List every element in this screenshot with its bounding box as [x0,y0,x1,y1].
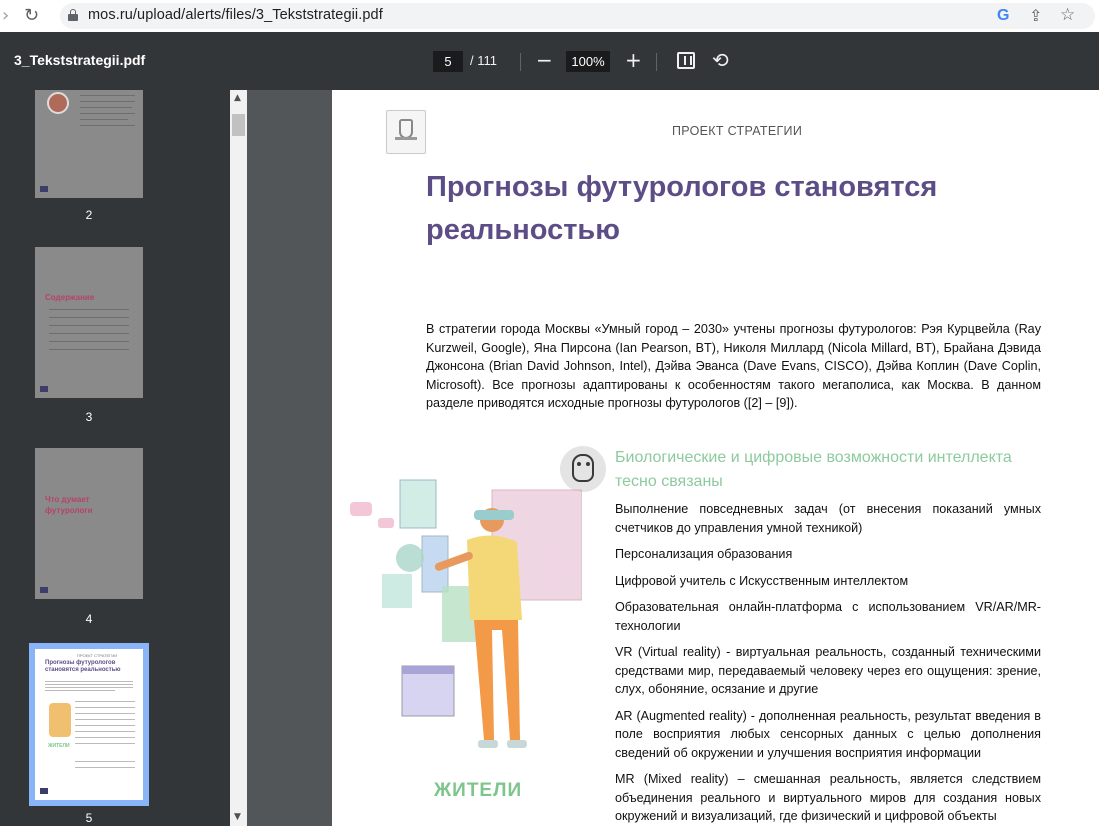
text-line [75,731,135,732]
text-line [49,349,129,350]
text-line [80,125,135,126]
text-line [80,107,132,108]
scroll-down-icon[interactable]: ▼ [234,812,241,822]
thumbnail-number: 3 [85,410,93,424]
pdf-viewer: ПРОЕКТ СТРАТЕГИИ Прогнозы футурологов ст… [247,90,1099,826]
reload-icon[interactable]: ↻ [24,5,39,26]
text-line [75,737,135,738]
text-line [45,690,115,691]
url-bar[interactable]: mos.ru/upload/alerts/files/3_Tekststrate… [60,3,1095,29]
list-item: VR (Virtual reality) - виртуальная реаль… [615,645,1041,696]
thumbnail-number: 2 [85,208,93,222]
page-title: Прогнозы футурологов становятся реальнос… [426,171,938,246]
page-number-input[interactable]: 5 [433,51,463,72]
bookmark-star-icon[interactable]: ☆ [1060,5,1075,25]
list-item: Выполнение повседневных задач (от внесен… [615,502,1041,535]
text-line [80,113,135,114]
thumbnail-sidebar: 2 Содержание 3 Что думает футурологи 4 П… [0,90,247,826]
list-item: Персонализация образования [615,547,793,561]
pdf-filename: 3_Tekststrategii.pdf [14,52,146,68]
list-item: MR (Mixed reality) – смешанная реальност… [615,772,1041,823]
text-line [49,325,129,326]
google-lens-icon[interactable]: G [997,7,1009,25]
toolbar-divider [520,53,521,71]
thumbnail-page-3[interactable]: Содержание [35,247,143,398]
text-line [75,725,135,726]
author-photo [47,92,69,114]
text-line [75,767,135,768]
logo [40,386,48,392]
thumbnail-label: ЖИТЕЛИ [48,743,70,749]
toolbar-divider [656,53,657,71]
logo [40,186,48,192]
forward-arrow-icon[interactable]: › [2,5,9,26]
zoom-out-button[interactable]: − [536,48,553,72]
text-line [45,681,133,682]
thumbnail-page-4[interactable]: Что думает футурологи [35,448,143,599]
logo [40,587,48,593]
text-line [75,713,135,714]
thumbnail-page-5[interactable]: ПРОЕКТ СТРАТЕГИИ Прогнозы футурологов ст… [35,649,143,800]
text-line [75,719,135,720]
scroll-up-icon[interactable]: ▲ [234,93,241,103]
thumbnail-illustration [49,703,71,737]
thumbnail-number: 4 [85,612,93,626]
text-line [80,101,135,102]
pdf-page: ПРОЕКТ СТРАТЕГИИ Прогнозы футурологов ст… [332,90,1099,826]
illustration-label: ЖИТЕЛИ [434,780,523,801]
page-header: ПРОЕКТ СТРАТЕГИИ [672,124,803,138]
text-line [49,333,129,334]
prediction-list: Выполнение повседневных задач (от внесен… [615,500,1041,826]
sidebar-scrollbar[interactable]: ▲ ▼ [230,90,247,826]
browser-address-bar: › ↻ mos.ru/upload/alerts/files/3_Tekstst… [0,0,1099,32]
pdf-toolbar: 3_Tekststrategii.pdf 5 / 111 − 100% + ⟲ [0,32,1099,90]
thumbnail-header: ПРОЕКТ СТРАТЕГИИ [77,653,118,658]
text-line [49,317,129,318]
zoom-level-input[interactable]: 100% [566,51,610,72]
thumbnail-number: 5 [85,811,93,825]
text-line [80,119,128,120]
fit-page-icon[interactable] [677,52,695,69]
zoom-in-button[interactable]: + [625,48,642,72]
vr-person-illustration [350,479,582,748]
list-item: Цифровой учитель с Искусственным интелле… [615,573,909,588]
intro-paragraph: В стратегии города Москвы «Умный город –… [426,322,1041,410]
text-line [45,687,133,688]
logo [40,788,48,794]
text-line [75,707,135,708]
page-total: / 111 [470,53,497,68]
text-line [49,309,129,310]
text-line [75,743,135,744]
text-line [75,761,135,762]
lock-icon[interactable] [68,9,78,21]
section-title: Биологические и цифровые возможности инт… [615,449,1012,490]
thumbnail-page-2[interactable] [35,90,143,198]
text-line [75,701,135,702]
rotate-icon[interactable]: ⟲ [712,48,729,72]
text-line [80,95,135,96]
list-item: Образовательная онлайн-платформа с испол… [615,600,1041,633]
url-text[interactable]: mos.ru/upload/alerts/files/3_Tekststrate… [88,7,383,23]
text-line [49,341,129,342]
thumbnail-heading: Что думает футурологи [45,495,93,515]
share-icon[interactable]: ⇪ [1029,6,1042,25]
thumbnail-title: Прогнозы футурологов становятся реальнос… [45,660,121,673]
list-item: AR (Augmented reality) - дополненная реа… [615,708,1041,760]
moscow-crest-logo [386,110,426,154]
text-line [45,684,133,685]
scrollbar-thumb[interactable] [232,114,245,136]
thumbnail-heading: Содержание [45,293,95,302]
